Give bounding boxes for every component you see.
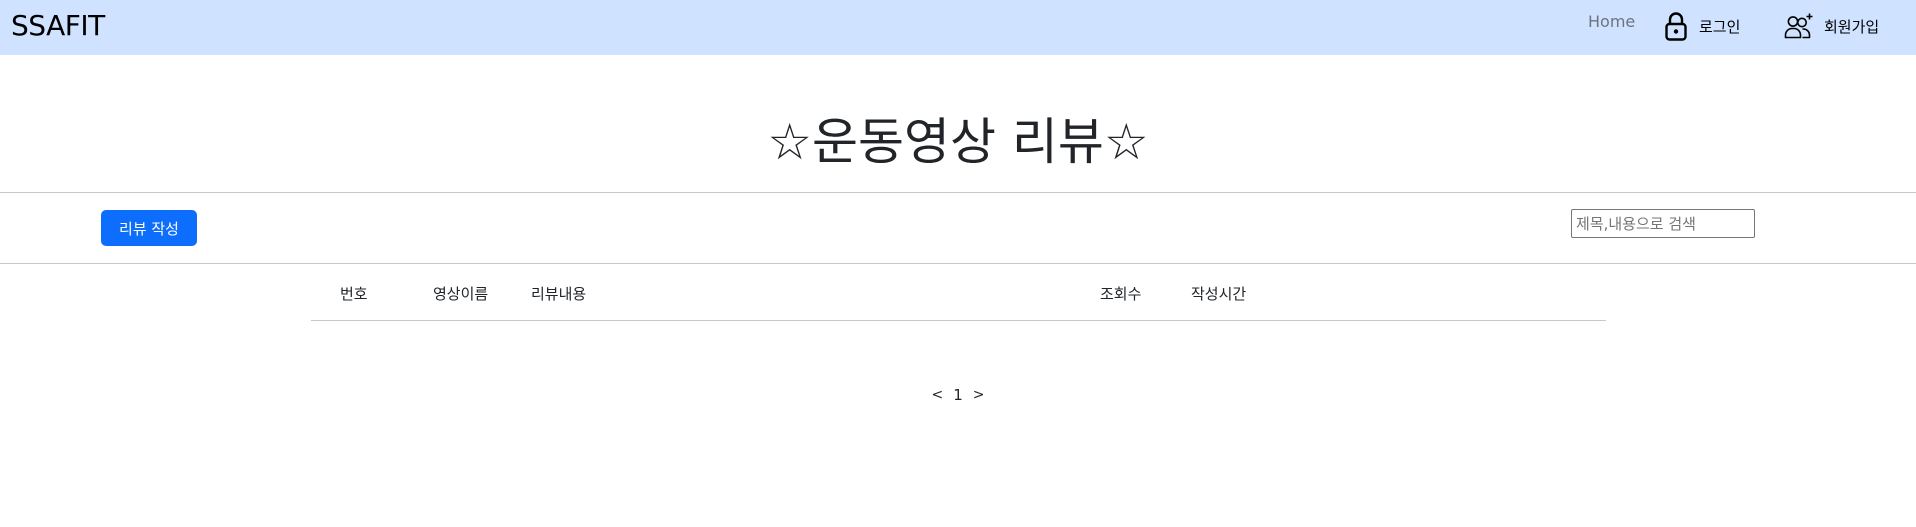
write-review-button[interactable]: 리뷰 작성: [101, 210, 197, 246]
column-header-views: 조회수: [1100, 285, 1142, 303]
column-header-review-content: 리뷰내용: [531, 285, 587, 303]
column-header-video-name: 영상이름: [433, 285, 489, 303]
login-link[interactable]: 로그인: [1665, 9, 1740, 43]
divider: [0, 192, 1916, 193]
search-input[interactable]: [1571, 209, 1755, 238]
login-label: 로그인: [1699, 17, 1741, 36]
person-plus-icon: [1784, 12, 1814, 40]
pagination-next[interactable]: >: [973, 387, 985, 405]
nav-home-link[interactable]: Home: [1588, 12, 1635, 31]
top-navbar: SSAFIT Home 로그인 회원가입: [0, 0, 1916, 55]
pagination-prev[interactable]: <: [931, 387, 943, 405]
page-title: ☆운동영상 리뷰☆: [767, 113, 1149, 171]
signup-label: 회원가입: [1824, 17, 1880, 36]
pagination-page-1[interactable]: 1: [953, 386, 963, 404]
review-table: 번호 영상이름 리뷰내용 조회수 작성시간: [311, 273, 1606, 321]
column-header-created-time: 작성시간: [1191, 285, 1247, 303]
brand-logo-link[interactable]: SSAFIT: [11, 9, 105, 43]
signup-link[interactable]: 회원가입: [1784, 9, 1879, 43]
pagination: < 1 >: [0, 386, 1916, 404]
lock-icon: [1665, 11, 1687, 41]
column-header-number: 번호: [340, 285, 368, 303]
divider: [0, 263, 1916, 264]
